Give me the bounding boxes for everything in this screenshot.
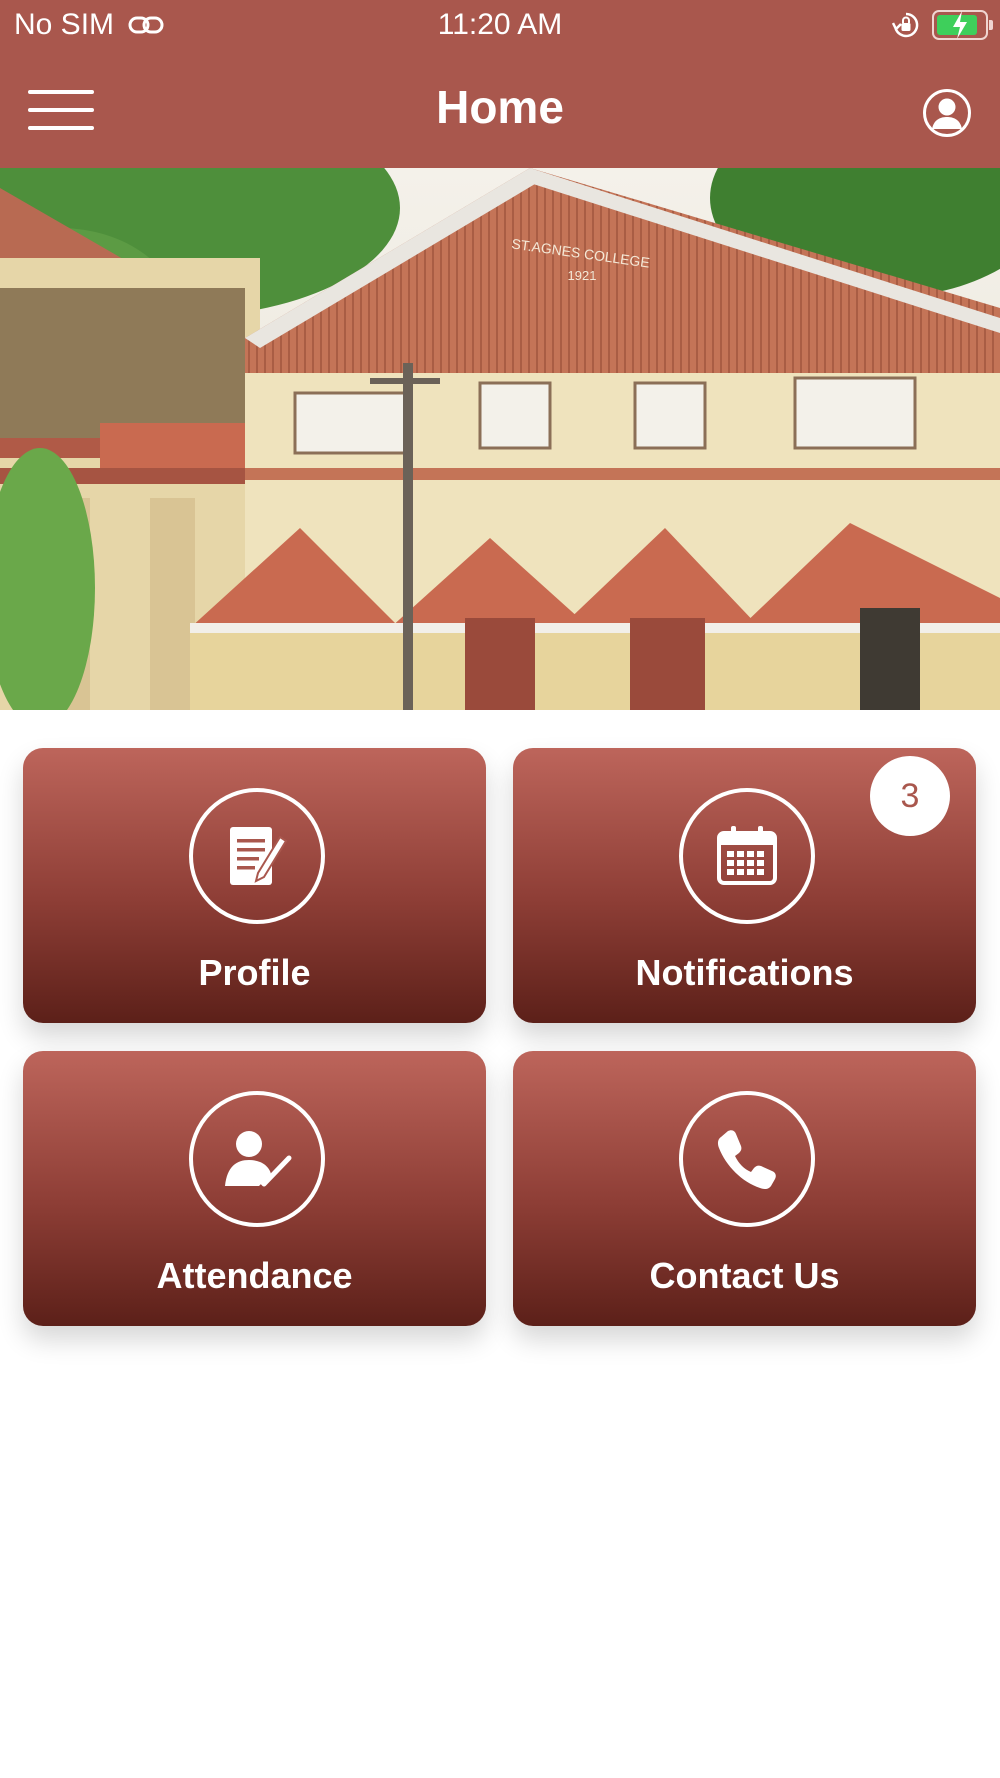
calendar-icon [678, 788, 815, 924]
navigation-bar: Home [0, 50, 1000, 168]
contact-us-label: Contact Us [649, 1255, 840, 1296]
college-building-illustration: ST.AGNES COLLEGE 1921 [0, 168, 1000, 710]
notifications-tile[interactable]: 3 Notifications [513, 748, 976, 1023]
status-time: 11:20 AM [437, 8, 563, 41]
rotation-lock-icon [892, 12, 919, 38]
status-bar: No SIM 11:20 AM [0, 0, 1000, 50]
attendance-tile[interactable]: Attendance [23, 1051, 486, 1326]
page-title: Home [436, 81, 564, 133]
notification-count-badge: 3 [870, 756, 950, 836]
notifications-label: Notifications [635, 952, 854, 993]
profile-label: Profile [198, 952, 311, 993]
attendance-label: Attendance [156, 1255, 353, 1296]
status-right [892, 10, 993, 40]
edit-document-icon [188, 788, 325, 924]
phone-icon [678, 1091, 815, 1227]
profile-tile[interactable]: Profile [23, 748, 486, 1023]
contact-us-tile[interactable]: Contact Us [513, 1051, 976, 1326]
user-account-icon[interactable] [922, 88, 972, 138]
user-check-icon [188, 1091, 325, 1227]
hero-college-image: ST.AGNES COLLEGE 1921 [0, 168, 1000, 710]
building-sign-year: 1921 [568, 268, 597, 283]
charging-bolt-icon [953, 11, 967, 39]
battery-charging-icon [932, 10, 993, 40]
